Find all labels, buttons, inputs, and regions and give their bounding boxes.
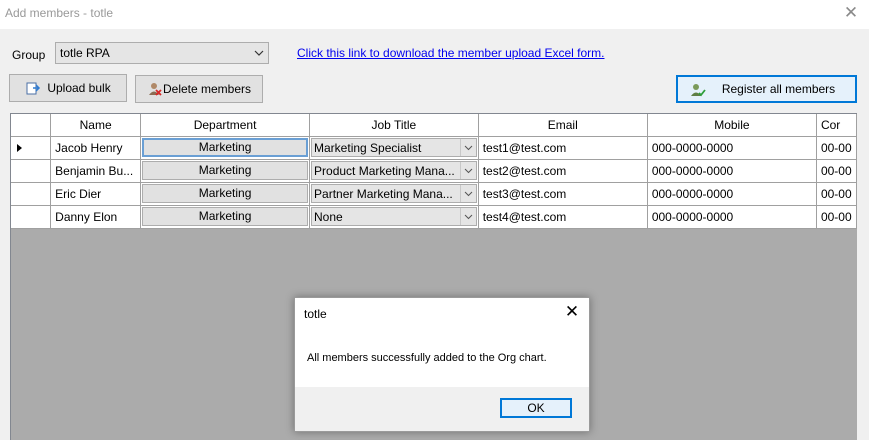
job-title-combo[interactable]: None <box>311 207 477 226</box>
header-row: Name Department Job Title Email Mobile C… <box>11 114 857 137</box>
department-cell[interactable]: Marketing <box>140 205 311 229</box>
chevron-down-icon[interactable] <box>459 208 476 225</box>
name-cell[interactable]: Eric Dier <box>50 182 142 206</box>
table-row[interactable]: Danny Elon Marketing None test4@test.com… <box>11 205 857 229</box>
ok-button[interactable]: OK <box>500 398 572 418</box>
job-title-cell[interactable]: Marketing Specialist <box>309 136 479 160</box>
table-row[interactable]: Eric Dier Marketing Partner Marketing Ma… <box>11 182 857 206</box>
success-dialog: totle ✕ All members successfully added t… <box>294 297 590 432</box>
register-all-members-label: Register all members <box>721 82 836 96</box>
extra-cell[interactable]: 00-00 <box>816 159 857 183</box>
job-title-value: Partner Marketing Mana... <box>314 187 453 201</box>
chevron-down-icon[interactable] <box>459 139 476 156</box>
close-icon[interactable]: ✕ <box>841 3 861 23</box>
extra-cell[interactable]: 00-00 <box>816 205 857 229</box>
row-selector[interactable] <box>11 182 52 206</box>
name-cell[interactable]: Danny Elon <box>50 205 142 229</box>
email-cell[interactable]: test4@test.com <box>478 205 648 229</box>
group-select-value: totle RPA <box>60 46 110 60</box>
add-user-check-icon <box>691 84 706 97</box>
column-header-extra[interactable]: Cor <box>816 114 857 137</box>
job-title-combo[interactable]: Marketing Specialist <box>311 138 477 157</box>
column-header-department[interactable]: Department <box>140 114 311 137</box>
department-cell[interactable]: Marketing <box>140 182 311 206</box>
mobile-cell[interactable]: 000-0000-0000 <box>647 136 817 160</box>
job-title-cell[interactable]: Partner Marketing Mana... <box>309 182 479 206</box>
job-title-combo[interactable]: Partner Marketing Mana... <box>311 184 477 203</box>
group-select[interactable]: totle RPA <box>55 42 269 64</box>
department-cell[interactable]: Marketing <box>140 136 311 160</box>
department-button[interactable]: Marketing <box>142 207 309 226</box>
title-bar: Add members - totle ✕ <box>0 0 869 29</box>
department-button[interactable]: Marketing <box>142 138 309 157</box>
table-row[interactable]: Jacob Henry Marketing Marketing Speciali… <box>11 136 857 160</box>
department-button[interactable]: Marketing <box>142 184 309 203</box>
row-selector[interactable] <box>11 136 52 160</box>
row-header-corner <box>11 114 52 137</box>
chevron-down-icon <box>254 50 264 56</box>
upload-bulk-label: Upload bulk <box>47 81 111 95</box>
delete-user-icon <box>148 83 162 96</box>
chevron-down-icon[interactable] <box>459 185 476 202</box>
upload-icon <box>26 82 41 95</box>
job-title-cell[interactable]: None <box>309 205 479 229</box>
mobile-cell[interactable]: 000-0000-0000 <box>647 205 817 229</box>
name-cell[interactable]: Benjamin Bu... <box>50 159 142 183</box>
department-button[interactable]: Marketing <box>142 161 309 180</box>
mobile-cell[interactable]: 000-0000-0000 <box>647 159 817 183</box>
email-cell[interactable]: test3@test.com <box>478 182 648 206</box>
column-header-mobile[interactable]: Mobile <box>647 114 817 137</box>
dialog-close-icon[interactable]: ✕ <box>563 302 581 321</box>
mobile-cell[interactable]: 000-0000-0000 <box>647 182 817 206</box>
department-cell[interactable]: Marketing <box>140 159 311 183</box>
register-all-members-button[interactable]: Register all members <box>676 75 857 103</box>
dialog-title: totle <box>304 307 327 321</box>
row-selector[interactable] <box>11 159 52 183</box>
job-title-cell[interactable]: Product Marketing Mana... <box>309 159 479 183</box>
email-cell[interactable]: test2@test.com <box>478 159 648 183</box>
job-title-combo[interactable]: Product Marketing Mana... <box>311 161 477 180</box>
delete-members-button[interactable]: Delete members <box>135 75 263 103</box>
column-header-email[interactable]: Email <box>478 114 648 137</box>
chevron-down-icon[interactable] <box>459 162 476 179</box>
email-cell[interactable]: test1@test.com <box>478 136 648 160</box>
job-title-value: Marketing Specialist <box>314 141 422 155</box>
column-header-name[interactable]: Name <box>50 114 142 137</box>
job-title-value: None <box>314 210 343 224</box>
upload-bulk-button[interactable]: Upload bulk <box>9 74 127 102</box>
delete-members-label: Delete members <box>162 82 252 96</box>
dialog-message: All members successfully added to the Or… <box>307 352 547 364</box>
row-selector[interactable] <box>11 205 52 229</box>
job-title-value: Product Marketing Mana... <box>314 164 455 178</box>
download-form-link[interactable]: Click this link to download the member u… <box>297 46 604 60</box>
group-label: Group <box>12 48 46 62</box>
extra-cell[interactable]: 00-00 <box>816 182 857 206</box>
column-header-job-title[interactable]: Job Title <box>309 114 479 137</box>
name-cell[interactable]: Jacob Henry <box>50 136 142 160</box>
extra-cell[interactable]: 00-00 <box>816 136 857 160</box>
members-table: Name Department Job Title Email Mobile C… <box>11 114 857 229</box>
table-row[interactable]: Benjamin Bu... Marketing Product Marketi… <box>11 159 857 183</box>
current-row-arrow-icon <box>17 143 22 152</box>
window-title: Add members - totle <box>5 6 114 20</box>
